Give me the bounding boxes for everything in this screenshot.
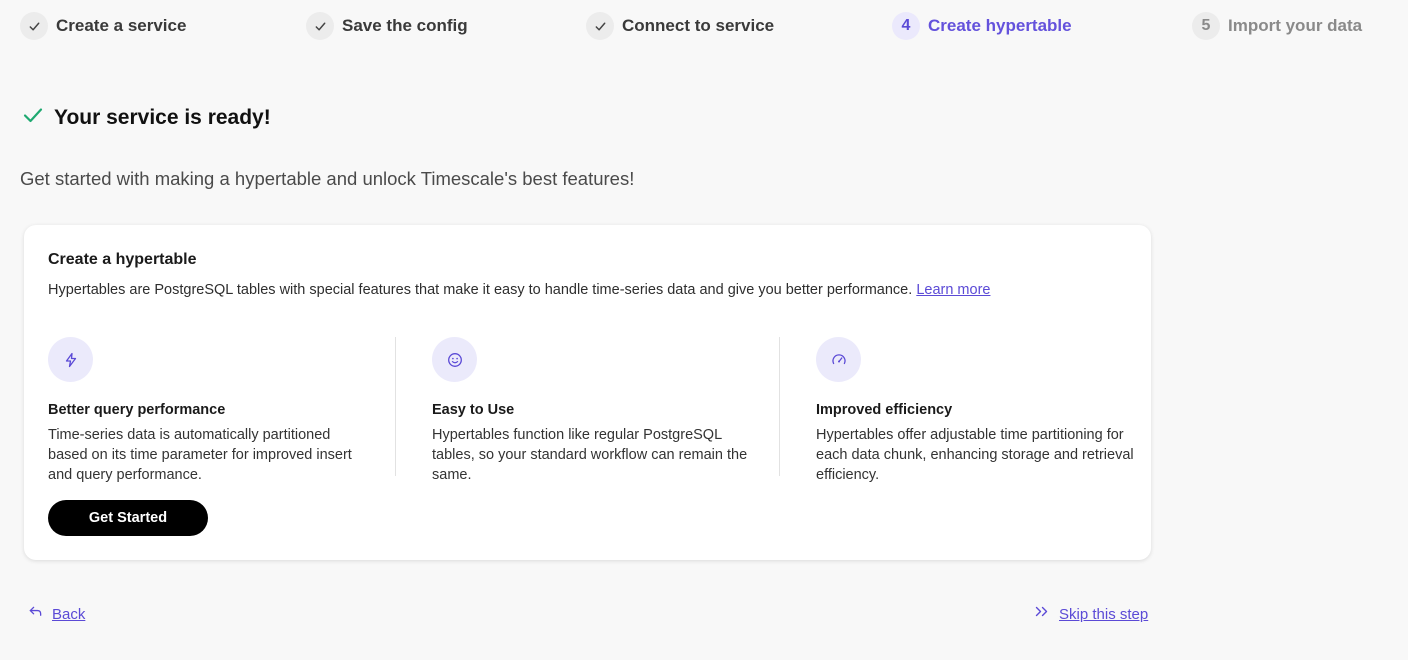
hypertable-card: Create a hypertable Hypertables are Post…	[24, 225, 1151, 560]
stepper: Create a service Save the config Connect…	[0, 12, 1408, 42]
step-number: 5	[1192, 12, 1220, 40]
skip-label: Skip this step	[1059, 605, 1149, 623]
learn-more-link[interactable]: Learn more	[916, 282, 990, 298]
feature-easy-to-use: Easy to Use Hypertables function like re…	[432, 337, 752, 485]
skip-step-link[interactable]: Skip this step	[1034, 604, 1148, 624]
feature-description: Hypertables function like regular Postgr…	[432, 427, 748, 483]
divider	[779, 337, 780, 476]
step-import-data[interactable]: 5 Import your data	[1192, 12, 1362, 40]
check-icon	[306, 12, 334, 40]
arrow-back-icon	[28, 604, 43, 624]
feature-title: Easy to Use	[432, 402, 515, 418]
step-label: Create a service	[56, 16, 187, 35]
check-icon	[586, 12, 614, 40]
check-icon	[22, 104, 44, 131]
divider	[395, 337, 396, 476]
back-link[interactable]: Back	[28, 604, 85, 624]
step-label: Save the config	[342, 16, 468, 35]
gauge-icon	[816, 337, 861, 382]
chevrons-right-icon	[1034, 604, 1050, 624]
step-label: Create hypertable	[928, 16, 1072, 35]
lightning-icon	[48, 337, 93, 382]
page-subtitle: Get started with making a hypertable and…	[20, 168, 635, 189]
feature-title: Improved efficiency	[816, 402, 953, 418]
ready-title: Your service is ready!	[54, 105, 271, 129]
step-label: Connect to service	[622, 16, 775, 35]
feature-description: Hypertables offer adjustable time partit…	[816, 427, 1134, 483]
card-title: Create a hypertable	[48, 251, 197, 268]
onboarding-page: Create a service Save the config Connect…	[0, 0, 1408, 660]
service-ready-banner: Your service is ready!	[22, 104, 271, 131]
card-description: Hypertables are PostgreSQL tables with s…	[48, 282, 990, 298]
get-started-button[interactable]: Get Started	[48, 500, 208, 536]
feature-query-performance: Better query performance Time-series dat…	[48, 337, 368, 485]
step-label: Import your data	[1228, 16, 1363, 35]
step-create-service[interactable]: Create a service	[20, 12, 186, 40]
feature-description: Time-series data is automatically partit…	[48, 427, 352, 483]
feature-improved-efficiency: Improved efficiency Hypertables offer ad…	[816, 337, 1136, 485]
smiley-icon	[432, 337, 477, 382]
step-connect-service[interactable]: Connect to service	[586, 12, 774, 40]
description-text: Hypertables are PostgreSQL tables with s…	[48, 282, 913, 298]
feature-title: Better query performance	[48, 402, 226, 418]
step-create-hypertable[interactable]: 4 Create hypertable	[892, 12, 1072, 40]
step-number: 4	[892, 12, 920, 40]
step-save-config[interactable]: Save the config	[306, 12, 468, 40]
back-label: Back	[52, 605, 86, 623]
check-icon	[20, 12, 48, 40]
